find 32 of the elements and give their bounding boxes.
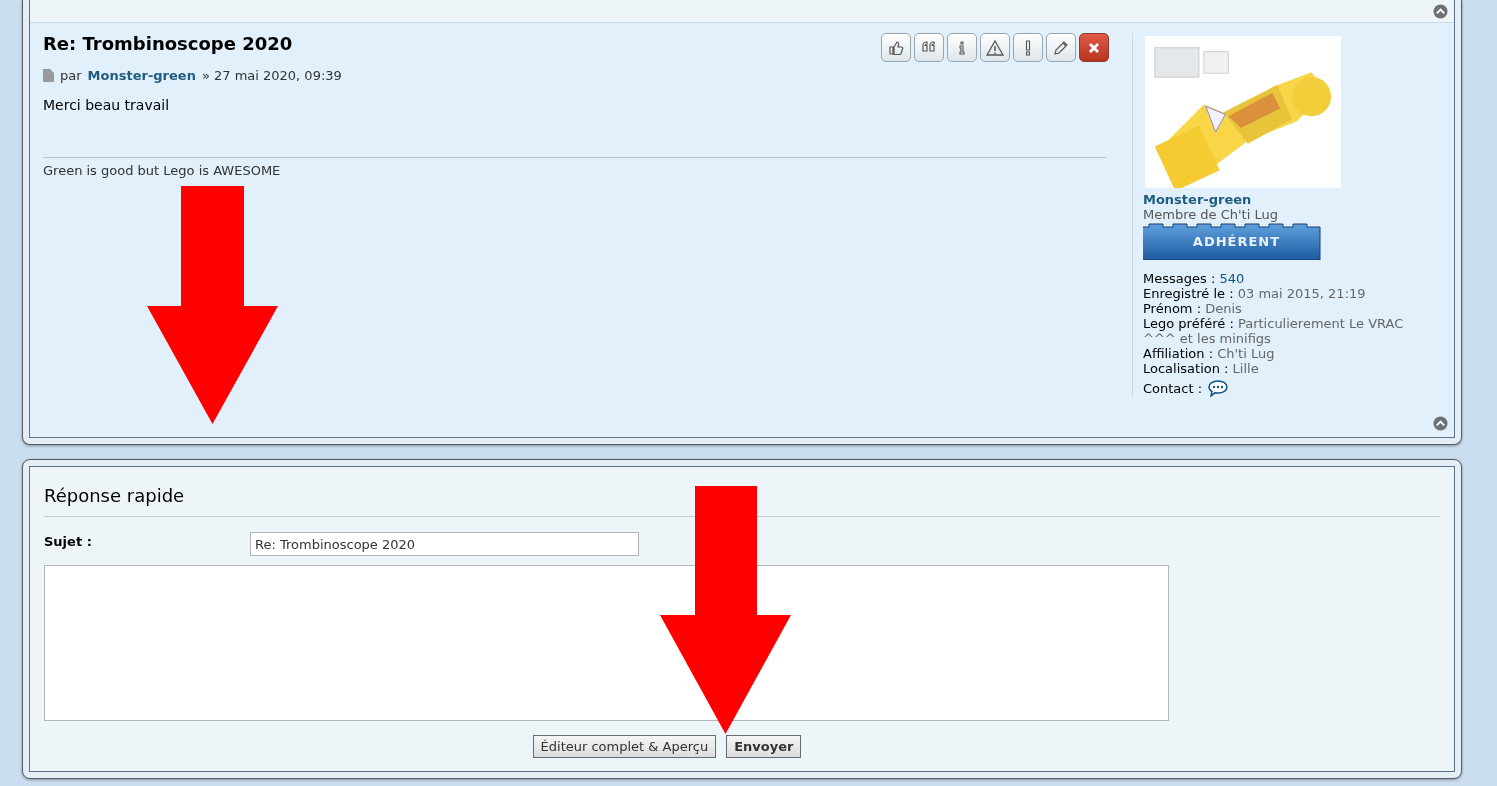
chat-bubble-icon[interactable] [1208,379,1229,397]
profile-field: Affiliation : Ch'ti Lug [1143,346,1438,361]
author-link[interactable]: Monster-green [87,68,196,83]
post-date: » 27 mai 2020, 09:39 [201,68,342,83]
contact-label: Contact : [1143,380,1203,396]
profile-field: Prénom : Denis [1143,301,1438,316]
post-body: Merci beau travail [43,97,171,113]
document-icon [43,69,54,82]
rank-title: Membre de Ch'ti Lug [1143,206,1278,222]
profile-field: Messages : 540 [1143,271,1438,286]
subject-label: Sujet : [44,534,93,549]
profile-field: Enregistré le : 03 mai 2015, 21:19 [1143,286,1438,301]
editor-button[interactable]: Éditeur complet & Aperçu [532,735,717,758]
back-to-top-icon[interactable] [1433,3,1448,19]
like-icon [887,38,905,57]
post-title: Re: Trombinoscope 2020 [43,33,293,54]
info-button[interactable] [947,33,977,62]
username-link[interactable]: Monster-green [1143,191,1252,207]
profile-field: Lego préféré : Particulierement Le VRAC ^^^ et les minifigs [1143,316,1438,346]
pencil-button[interactable] [1046,33,1076,62]
delete-button[interactable] [1079,33,1109,62]
back-to-top-icon[interactable] [1433,416,1448,431]
like-button[interactable] [881,33,911,62]
exclamation-button[interactable] [1013,33,1043,62]
warning-button[interactable] [980,33,1010,62]
subject-field[interactable]: Re: Trombinoscope 2020 [250,532,639,556]
signature: Green is good but Lego is AWESOME [43,157,1106,178]
quote-button[interactable] [914,33,944,62]
submit-button[interactable]: Envoyer [726,735,802,758]
byline-prefix: par [60,68,82,83]
warning-icon [986,38,1004,57]
profile-field: Localisation : Lille [1143,361,1438,376]
